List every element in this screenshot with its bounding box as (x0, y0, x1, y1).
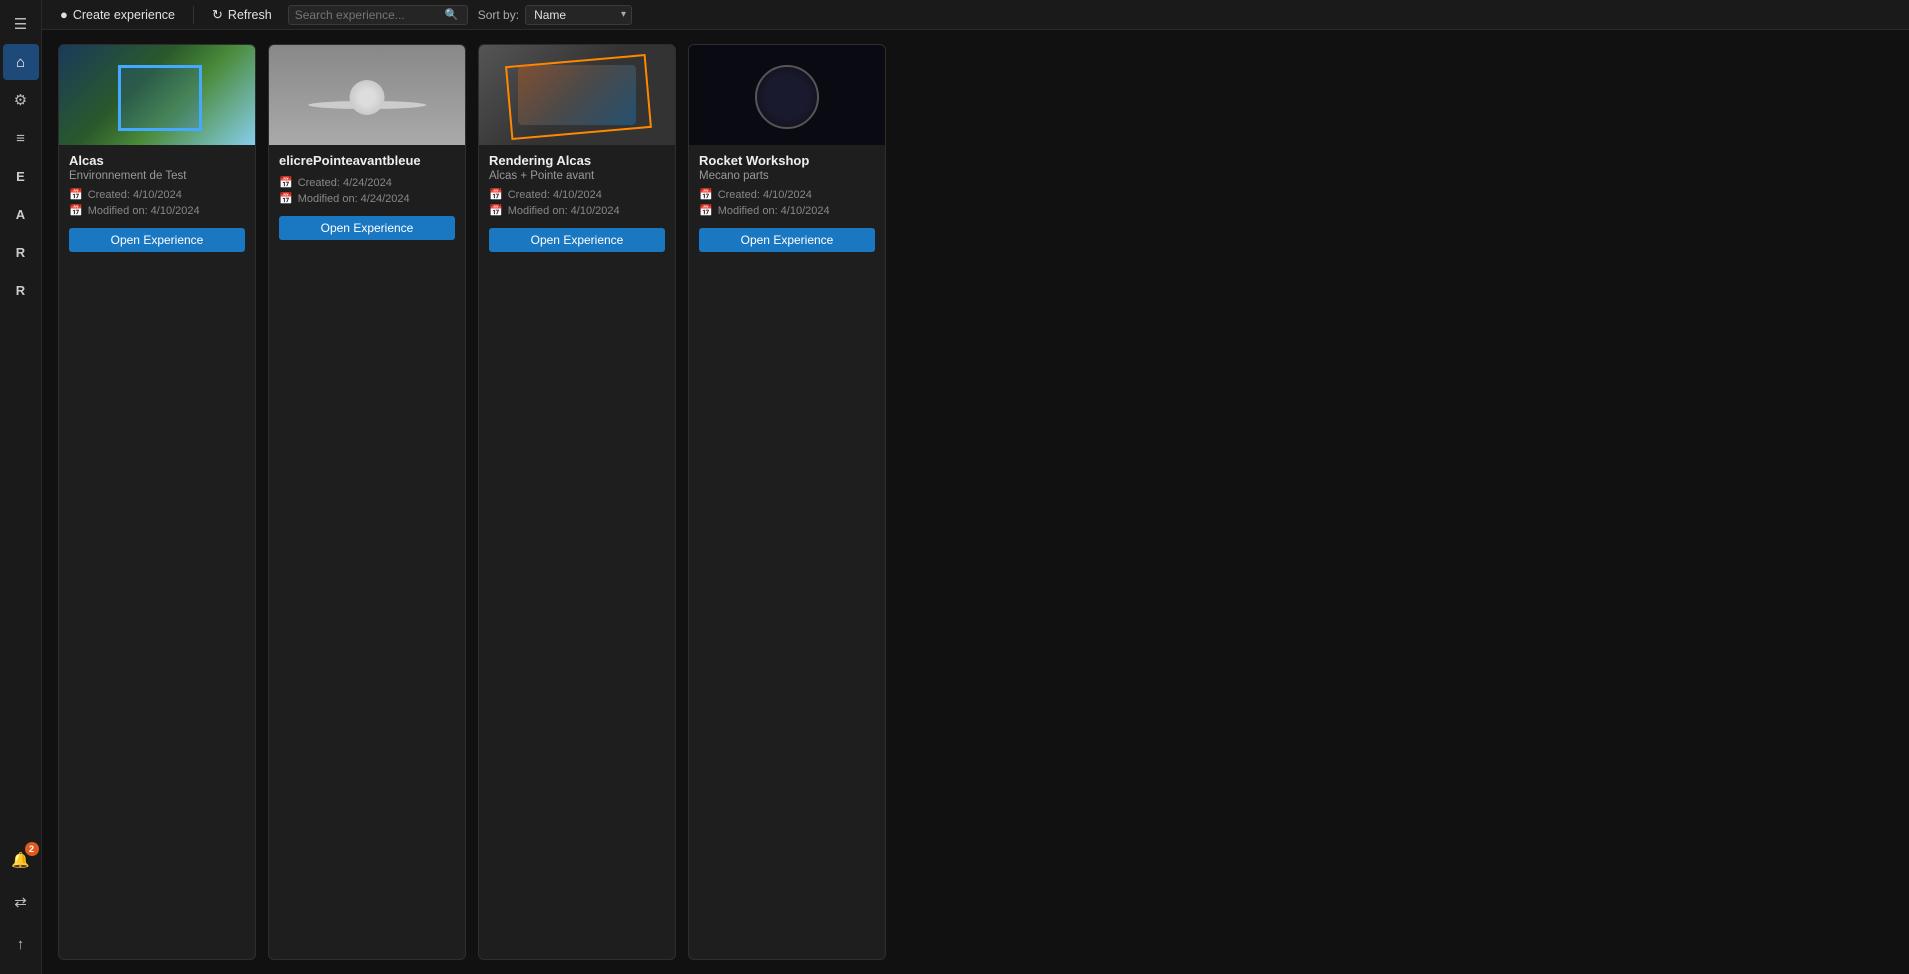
refresh-label: Refresh (228, 8, 272, 22)
open-experience-button-rocket[interactable]: Open Experience (699, 228, 875, 252)
experience-card-alcas: Alcas Environnement de Test 📅 Created: 4… (58, 44, 256, 960)
main-content: ● Create experience ↻ Refresh 🔍 Sort by:… (42, 0, 1909, 974)
experience-grid: Alcas Environnement de Test 📅 Created: 4… (42, 30, 1909, 974)
share-icon: ⇄ (14, 893, 27, 911)
sidebar-item-settings[interactable]: ⚙ (3, 82, 39, 118)
calendar-icon: 📅 (699, 188, 713, 201)
sidebar-item-e[interactable]: E (3, 158, 39, 194)
card-meta-created-alcas: 📅 Created: 4/10/2024 (69, 188, 245, 201)
calendar-icon: 📅 (279, 176, 293, 189)
card-title-alcas: Alcas (69, 153, 245, 168)
create-experience-button[interactable]: ● Create experience (50, 4, 185, 25)
card-thumbnail-rendering (479, 45, 675, 145)
open-experience-button-rendering[interactable]: Open Experience (489, 228, 665, 252)
card-meta-modified-rendering: 📅 Modified on: 4/10/2024 (489, 204, 665, 217)
card-thumbnail-elicre (269, 45, 465, 145)
search-box: 🔍 (288, 5, 468, 25)
sidebar-item-r[interactable]: R (3, 234, 39, 270)
experience-card-rendering: Rendering Alcas Alcas + Pointe avant 📅 C… (478, 44, 676, 960)
sort-wrapper: Name Date Created Date Modified (525, 5, 632, 25)
card-meta-created-rocket: 📅 Created: 4/10/2024 (699, 188, 875, 201)
upload-icon: ↑ (17, 936, 25, 953)
sidebar: ☰ ⌂ ⚙ ≡ E A R R 🔔 2 ⇄ ↑ (0, 0, 42, 974)
refresh-icon: ↻ (212, 7, 223, 23)
sidebar-item-r2[interactable]: R (3, 272, 39, 308)
open-experience-button-elicre[interactable]: Open Experience (279, 216, 455, 240)
card-title-rocket: Rocket Workshop (699, 153, 875, 168)
calendar-icon: 📅 (69, 188, 83, 201)
sidebar-item-a[interactable]: A (3, 196, 39, 232)
card-meta-modified-elicre: 📅 Modified on: 4/24/2024 (279, 192, 455, 205)
modified-icon: 📅 (279, 192, 293, 205)
card-subtitle-alcas: Environnement de Test (69, 170, 245, 182)
sort-select[interactable]: Name Date Created Date Modified (525, 5, 632, 25)
modified-icon: 📅 (489, 204, 503, 217)
home-icon: ⌂ (16, 54, 25, 71)
card-meta-modified-rocket: 📅 Modified on: 4/10/2024 (699, 204, 875, 217)
create-experience-label: Create experience (73, 8, 175, 22)
experience-card-rocket: Rocket Workshop Mecano parts 📅 Created: … (688, 44, 886, 960)
create-icon: ● (60, 7, 68, 22)
sidebar-item-upload[interactable]: ↑ (3, 926, 39, 962)
refresh-button[interactable]: ↻ Refresh (202, 4, 282, 26)
menu-icon: ☰ (14, 15, 27, 33)
card-subtitle-rendering: Alcas + Pointe avant (489, 170, 665, 182)
sort-label: Sort by: (478, 8, 519, 22)
sidebar-letter-a: A (16, 207, 25, 222)
modified-icon: 📅 (699, 204, 713, 217)
card-meta-modified-alcas: 📅 Modified on: 4/10/2024 (69, 204, 245, 217)
open-experience-button-alcas[interactable]: Open Experience (69, 228, 245, 252)
toolbar: ● Create experience ↻ Refresh 🔍 Sort by:… (42, 0, 1909, 30)
settings-icon: ⚙ (14, 91, 27, 109)
card-content-rendering: Rendering Alcas Alcas + Pointe avant 📅 C… (479, 145, 675, 959)
card-thumbnail-rocket (689, 45, 885, 145)
card-content-elicre: elicrePointeavantbleue 📅 Created: 4/24/2… (269, 145, 465, 959)
sidebar-item-home[interactable]: ⌂ (3, 44, 39, 80)
card-thumbnail-alcas (59, 45, 255, 145)
card-meta-created-elicre: 📅 Created: 4/24/2024 (279, 176, 455, 189)
toolbar-separator-1 (193, 6, 194, 24)
sidebar-item-menu[interactable]: ☰ (3, 6, 39, 42)
card-title-elicre: elicrePointeavantbleue (279, 153, 455, 168)
experience-card-elicre: elicrePointeavantbleue 📅 Created: 4/24/2… (268, 44, 466, 960)
sidebar-letter-r2: R (16, 283, 25, 298)
sidebar-item-notifications[interactable]: 🔔 2 (3, 842, 39, 878)
sidebar-item-list[interactable]: ≡ (3, 120, 39, 156)
card-content-rocket: Rocket Workshop Mecano parts 📅 Created: … (689, 145, 885, 959)
search-icon: 🔍 (445, 8, 459, 21)
calendar-icon: 📅 (489, 188, 503, 201)
card-title-rendering: Rendering Alcas (489, 153, 665, 168)
notification-badge: 2 (25, 842, 39, 856)
card-subtitle-rocket: Mecano parts (699, 170, 875, 182)
card-content-alcas: Alcas Environnement de Test 📅 Created: 4… (59, 145, 255, 959)
sidebar-letter-e: E (16, 169, 25, 184)
card-meta-created-rendering: 📅 Created: 4/10/2024 (489, 188, 665, 201)
sidebar-letter-r: R (16, 245, 25, 260)
search-input[interactable] (295, 8, 445, 22)
list-icon: ≡ (16, 130, 25, 147)
modified-icon: 📅 (69, 204, 83, 217)
sidebar-item-share[interactable]: ⇄ (3, 884, 39, 920)
